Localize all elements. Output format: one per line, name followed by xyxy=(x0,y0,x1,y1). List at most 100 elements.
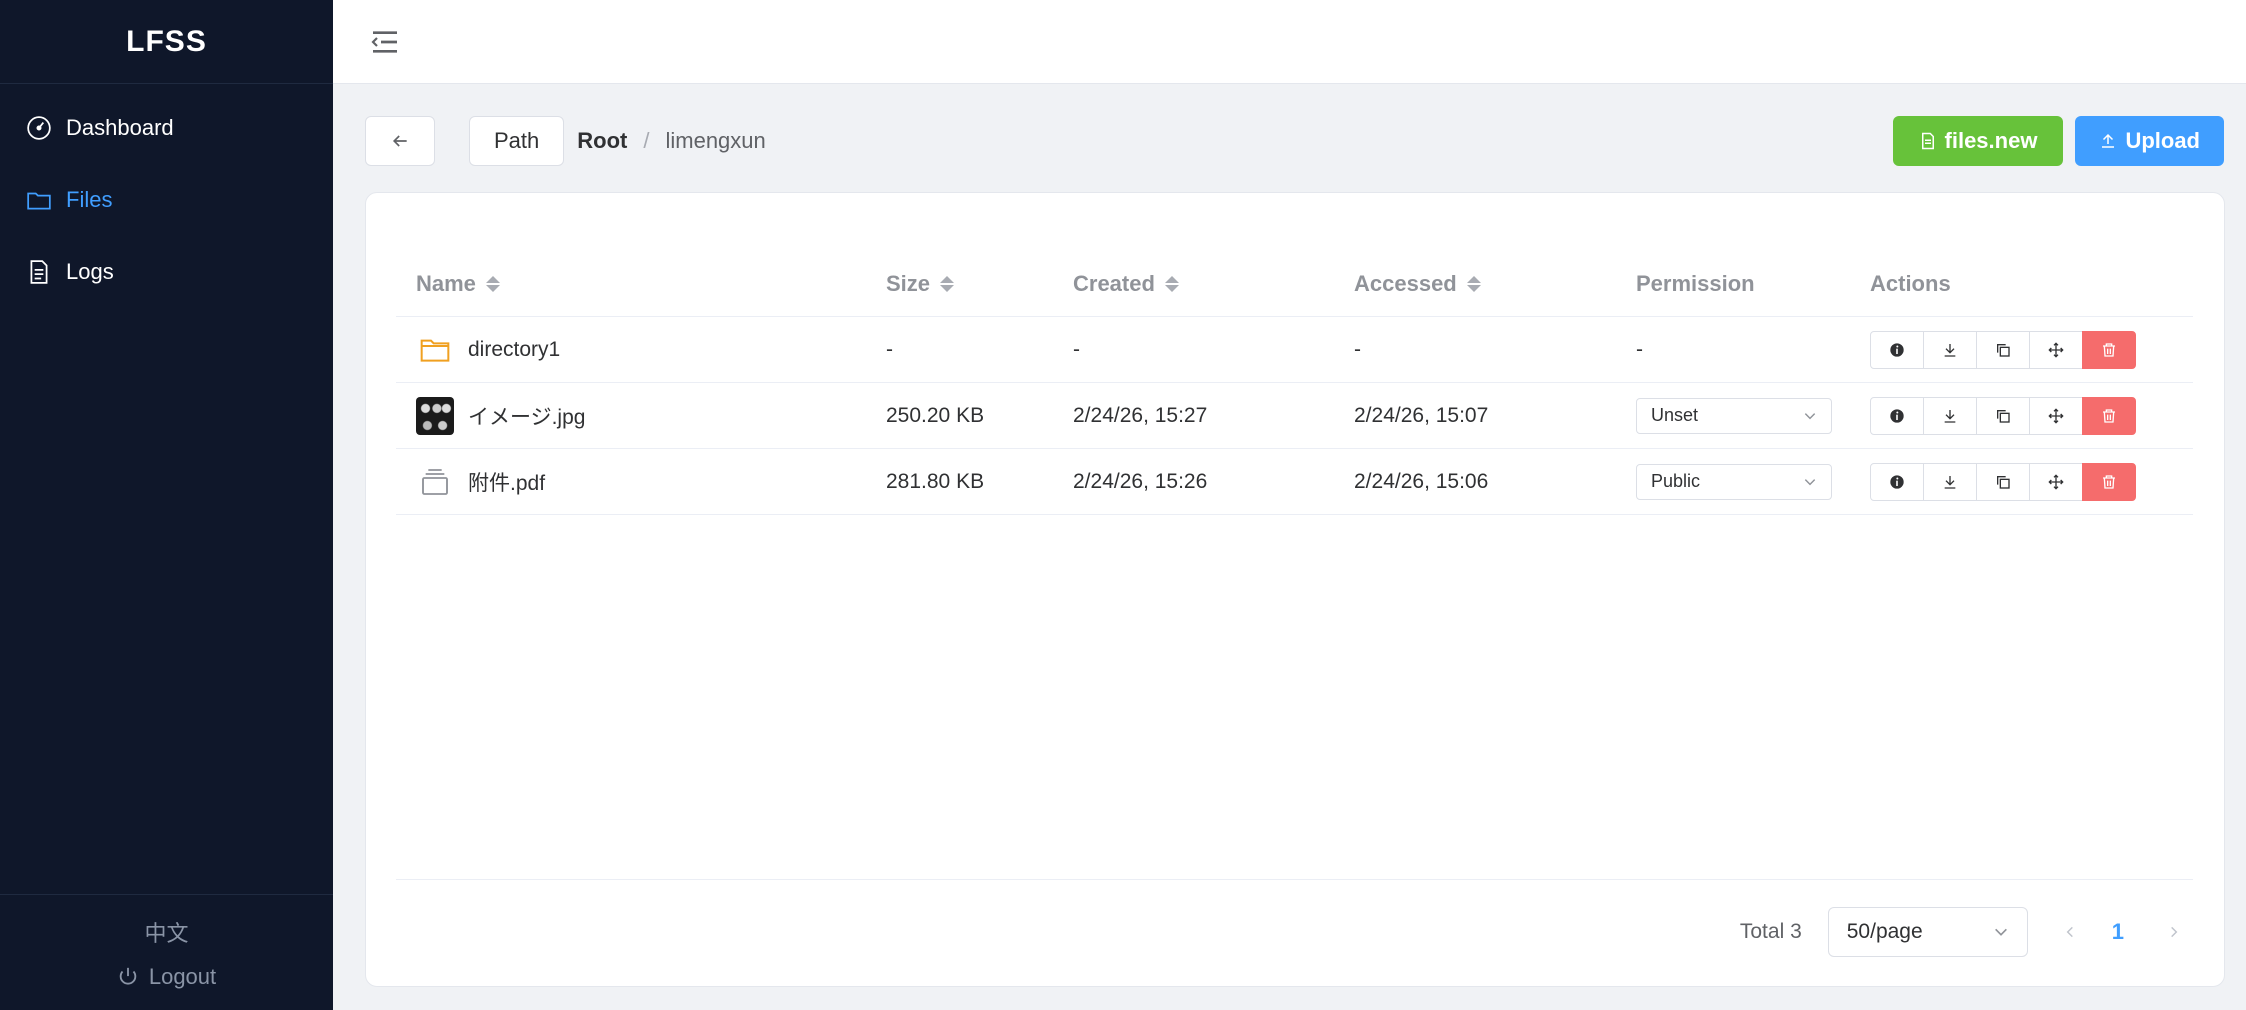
file-name[interactable]: 附件.pdf xyxy=(468,467,545,497)
sidebar-nav: Dashboard Files Logs xyxy=(0,84,333,300)
header-accessed[interactable]: Accessed xyxy=(1354,223,1624,316)
sort-icon xyxy=(1466,275,1481,292)
info-icon xyxy=(1890,408,1904,423)
chevron-right-icon xyxy=(2171,926,2178,938)
info-icon xyxy=(1890,342,1904,357)
permission-select[interactable]: Public xyxy=(1636,463,1832,500)
folder-icon xyxy=(416,331,454,369)
row-actions xyxy=(1870,330,2136,369)
chevron-down-icon xyxy=(1994,928,2007,936)
file-size: 281.80 KB xyxy=(886,469,985,493)
arrow-left-icon xyxy=(392,135,407,147)
file-created: 2/24/26, 15:26 xyxy=(1073,469,1208,493)
file-toolbar: Path Root / limengxun files.new Upload xyxy=(365,116,2224,166)
move-icon xyxy=(2048,473,2064,490)
permission-select[interactable]: Unset xyxy=(1636,397,1832,434)
table-row: イメージ.jpg 250.20 KB 2/24/26, 15:27 2/24/2… xyxy=(396,383,2193,449)
back-button[interactable] xyxy=(365,116,435,166)
file-accessed: - xyxy=(1354,337,1361,361)
header-name[interactable]: Name xyxy=(416,223,876,316)
trash-icon xyxy=(2103,342,2115,357)
move-icon xyxy=(2048,341,2064,358)
dashboard-icon xyxy=(27,116,51,140)
table-footer-divider xyxy=(396,879,2193,880)
next-page-button[interactable] xyxy=(2154,912,2194,952)
download-button[interactable] xyxy=(1923,462,1977,501)
sidebar-item-files[interactable]: Files xyxy=(0,172,333,228)
copy-icon xyxy=(1997,475,2010,489)
header-permission: Permission xyxy=(1636,270,1755,296)
download-button[interactable] xyxy=(1923,330,1977,369)
file-created: 2/24/26, 15:27 xyxy=(1073,403,1208,427)
logout-button[interactable]: Logout xyxy=(117,964,216,990)
page-number[interactable]: 1 xyxy=(2112,919,2124,945)
breadcrumb-current: limengxun xyxy=(665,128,766,153)
pagination-total: Total 3 xyxy=(1739,920,1802,943)
file-accessed: 2/24/26, 15:07 xyxy=(1354,403,1489,427)
chevron-down-icon xyxy=(1804,412,1816,419)
download-button[interactable] xyxy=(1923,396,1977,435)
download-icon xyxy=(1944,343,1956,357)
header-created[interactable]: Created xyxy=(1073,223,1343,316)
chevron-left-icon xyxy=(2066,926,2073,938)
info-button[interactable] xyxy=(1870,330,1924,369)
header-accessed-label: Accessed xyxy=(1354,270,1457,296)
file-permission: - xyxy=(1636,337,1643,361)
topbar xyxy=(333,0,2246,84)
sort-icon xyxy=(1164,275,1179,292)
download-icon xyxy=(1944,409,1956,423)
power-icon xyxy=(119,967,137,985)
page-size-value: 50/page xyxy=(1846,920,1923,943)
trash-icon xyxy=(2103,474,2115,489)
file-accessed: 2/24/26, 15:06 xyxy=(1354,469,1489,493)
delete-button[interactable] xyxy=(2082,330,2136,369)
move-button[interactable] xyxy=(2029,396,2083,435)
sidebar-item-logs[interactable]: Logs xyxy=(0,244,333,300)
info-icon xyxy=(1890,474,1904,489)
move-icon xyxy=(2048,407,2064,424)
upload-icon xyxy=(2102,133,2115,148)
permission-value: Unset xyxy=(1651,405,1699,425)
permission-value: Public xyxy=(1651,471,1701,491)
language-switch[interactable]: 中文 xyxy=(144,916,188,948)
copy-button[interactable] xyxy=(1976,396,2030,435)
sidebar-item-label: Files xyxy=(66,187,113,212)
document-icon xyxy=(30,260,48,284)
file-name[interactable]: directory1 xyxy=(468,338,560,362)
trash-icon xyxy=(2103,408,2115,423)
info-button[interactable] xyxy=(1870,396,1924,435)
delete-button[interactable] xyxy=(2082,396,2136,435)
table-header: Name Size Created Accessed Permission Ac… xyxy=(396,223,2193,317)
new-file-button[interactable]: files.new xyxy=(1892,116,2064,166)
file-name[interactable]: イメージ.jpg xyxy=(468,401,585,431)
file-table: Name Size Created Accessed Permission Ac… xyxy=(396,223,2193,515)
sidebar-footer: 中文 Logout xyxy=(0,894,333,1010)
move-button[interactable] xyxy=(2029,462,2083,501)
folder-icon xyxy=(27,192,51,210)
copy-button[interactable] xyxy=(1976,330,2030,369)
copy-icon xyxy=(1997,343,2010,357)
new-file-label: files.new xyxy=(1944,128,2038,153)
delete-button[interactable] xyxy=(2082,462,2136,501)
file-icon xyxy=(1921,132,1934,150)
sidebar-item-label: Logs xyxy=(66,259,114,284)
move-button[interactable] xyxy=(2029,330,2083,369)
table-row: 附件.pdf 281.80 KB 2/24/26, 15:26 2/24/26,… xyxy=(396,449,2193,515)
path-button[interactable]: Path xyxy=(469,116,565,166)
pagination: Total 3 50/page 1 xyxy=(1740,907,2194,957)
menu-fold-icon[interactable] xyxy=(369,26,401,58)
prev-page-button[interactable] xyxy=(2050,912,2090,952)
chevron-down-icon xyxy=(1804,478,1816,485)
upload-button[interactable]: Upload xyxy=(2075,116,2224,166)
breadcrumb-root[interactable]: Root xyxy=(577,128,627,154)
sidebar-item-dashboard[interactable]: Dashboard xyxy=(0,100,333,156)
file-size: - xyxy=(886,337,893,361)
upload-label: Upload xyxy=(2125,128,2200,153)
breadcrumb-separator: / xyxy=(643,128,650,153)
copy-button[interactable] xyxy=(1976,462,2030,501)
page-size-select[interactable]: 50/page xyxy=(1827,907,2028,957)
header-name-label: Name xyxy=(416,270,476,296)
row-actions xyxy=(1870,462,2136,501)
header-size[interactable]: Size xyxy=(886,223,1066,316)
info-button[interactable] xyxy=(1870,462,1924,501)
